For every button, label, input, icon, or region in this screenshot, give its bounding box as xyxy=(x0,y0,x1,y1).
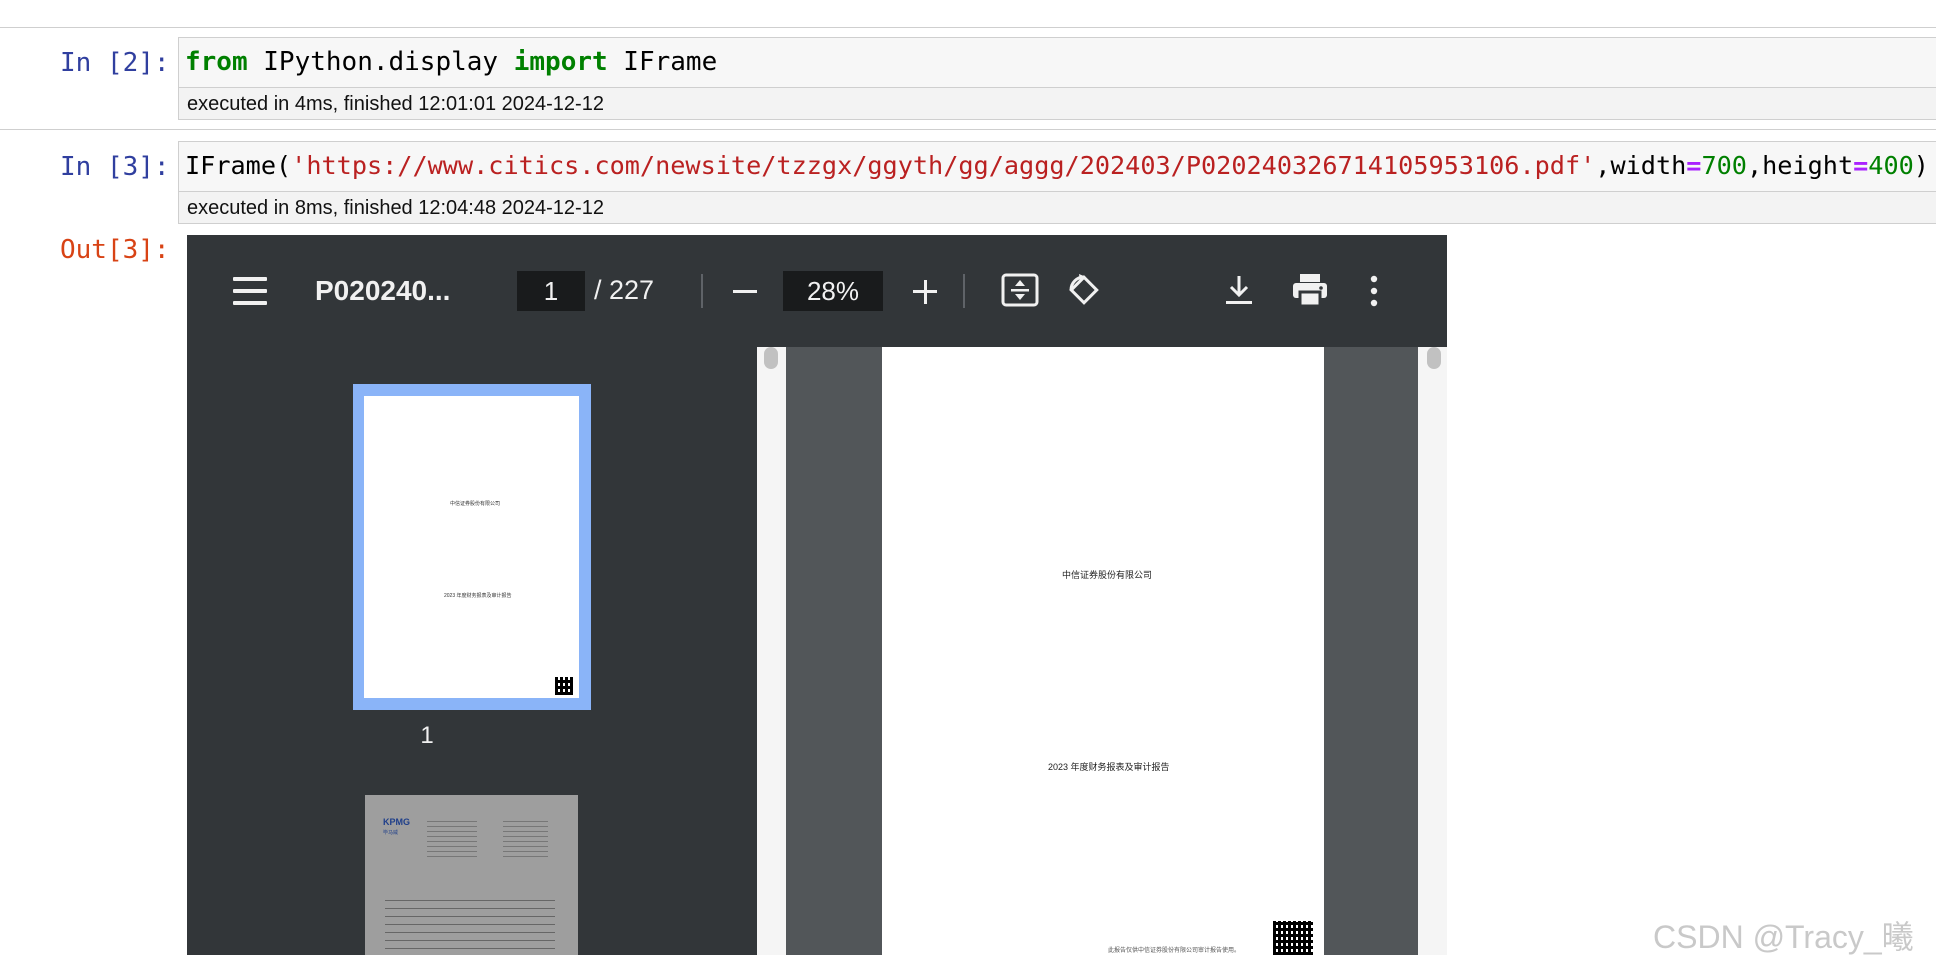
more-vert-icon[interactable] xyxy=(1369,275,1379,307)
width-value: 700 xyxy=(1701,151,1747,180)
page-company-name: 中信证券股份有限公司 xyxy=(1062,570,1153,580)
code-line-2[interactable]: from IPython.display import IFrame xyxy=(185,47,717,77)
pdf-page-1: 中信证券股份有限公司 2023 年度财务报表及审计报告 此报告仅供中信证券股份有… xyxy=(882,347,1324,955)
input-prompt-3: In [3]: xyxy=(60,152,170,182)
function-call: IFrame( xyxy=(185,151,292,180)
height-param: ,height xyxy=(1746,151,1854,180)
rotate-icon[interactable] xyxy=(1065,271,1103,309)
sidebar-scrollbar[interactable] xyxy=(757,347,786,955)
toolbar-divider xyxy=(963,274,965,308)
thumb-qr-code xyxy=(555,677,573,695)
page-report-title: 2023 年度财务报表及审计报告 xyxy=(1048,762,1170,772)
code-cell-3[interactable]: IFrame('https://www.citics.com/newsite/t… xyxy=(178,141,1936,191)
page-left-gutter xyxy=(786,347,882,955)
code-cell-2[interactable]: from IPython.display import IFrame xyxy=(178,37,1936,87)
pdf-url-string: 'https://www.citics.com/newsite/tzzgx/gg… xyxy=(291,151,1596,180)
exec-info-2: executed in 4ms, finished 12:01:01 2024-… xyxy=(178,87,1936,120)
fit-page-icon[interactable] xyxy=(1001,273,1039,307)
toolbar-divider xyxy=(701,274,703,308)
module-name: IPython.display xyxy=(247,47,514,77)
page-right-gutter xyxy=(1324,347,1418,955)
sidebar-scroll-thumb[interactable] xyxy=(764,347,778,369)
main-scrollbar[interactable] xyxy=(1418,347,1447,955)
menu-icon[interactable] xyxy=(233,277,267,305)
thumb2-body-text xyxy=(385,893,555,955)
width-param: ,width xyxy=(1595,151,1687,180)
zoom-out-button[interactable] xyxy=(730,277,760,307)
input-prompt-2: In [2]: xyxy=(60,48,170,78)
csdn-watermark: CSDN @Tracy_曦 xyxy=(1653,919,1914,955)
thumb2-address-block xyxy=(427,817,477,857)
zoom-level-input[interactable]: 28% xyxy=(783,271,883,311)
kpmg-logo: KPMG xyxy=(383,817,410,827)
equals-op: = xyxy=(1686,151,1702,180)
download-icon[interactable] xyxy=(1223,273,1255,307)
print-icon[interactable] xyxy=(1291,272,1329,308)
zoom-in-button[interactable] xyxy=(910,277,940,307)
pdf-toolbar: P020240... 1 / 227 28% xyxy=(187,235,1447,347)
kpmg-logo-sub: 毕马威 xyxy=(383,830,399,836)
thumbnail-page-number: 1 xyxy=(420,722,434,749)
page-total: / 227 xyxy=(594,275,655,305)
pdf-main-view[interactable]: 中信证券股份有限公司 2023 年度财务报表及审计报告 此报告仅供中信证券股份有… xyxy=(757,347,1447,955)
thumb2-address-block xyxy=(503,817,548,857)
page-footer-note: 此报告仅供中信证券股份有限公司审计报告使用。 xyxy=(1108,948,1241,954)
main-scroll-thumb[interactable] xyxy=(1427,347,1441,369)
document-title: P020240... xyxy=(315,275,451,306)
code-line-3[interactable]: IFrame('https://www.citics.com/newsite/t… xyxy=(185,151,1929,180)
cell-separator xyxy=(0,129,1936,130)
thumbnail-sidebar[interactable]: 中信证券股份有限公司 2023 年度财务报表及审计报告 1 KPMG 毕马威 xyxy=(187,347,757,955)
top-cell-border xyxy=(0,27,1936,28)
thumbnail-page-1[interactable]: 中信证券股份有限公司 2023 年度财务报表及审计报告 xyxy=(353,384,591,710)
height-value: 400 xyxy=(1868,151,1914,180)
thumbnail-page-2[interactable]: KPMG 毕马威 xyxy=(365,795,578,955)
thumb-company: 中信证券股份有限公司 xyxy=(450,501,501,507)
thumb-report: 2023 年度财务报表及审计报告 xyxy=(444,593,512,599)
keyword-import: import xyxy=(513,47,608,77)
close-paren: ) xyxy=(1913,151,1929,180)
page-number-input[interactable]: 1 xyxy=(517,271,585,311)
equals-op: = xyxy=(1853,151,1869,180)
exec-text-2: executed in 4ms, finished 12:01:01 2024-… xyxy=(187,93,604,115)
exec-text-3: executed in 8ms, finished 12:04:48 2024-… xyxy=(187,197,604,219)
output-prompt-3: Out[3]: xyxy=(60,235,170,265)
thumbnail-page-1-image: 中信证券股份有限公司 2023 年度财务报表及审计报告 xyxy=(364,396,579,698)
pdf-iframe[interactable]: P020240... 1 / 227 28% 中信证券股份有限公司 2023 年… xyxy=(187,235,1447,955)
imported-name: IFrame xyxy=(607,47,718,77)
page-qr-code xyxy=(1273,921,1313,955)
keyword-from: from xyxy=(185,47,248,77)
exec-info-3: executed in 8ms, finished 12:04:48 2024-… xyxy=(178,191,1936,224)
